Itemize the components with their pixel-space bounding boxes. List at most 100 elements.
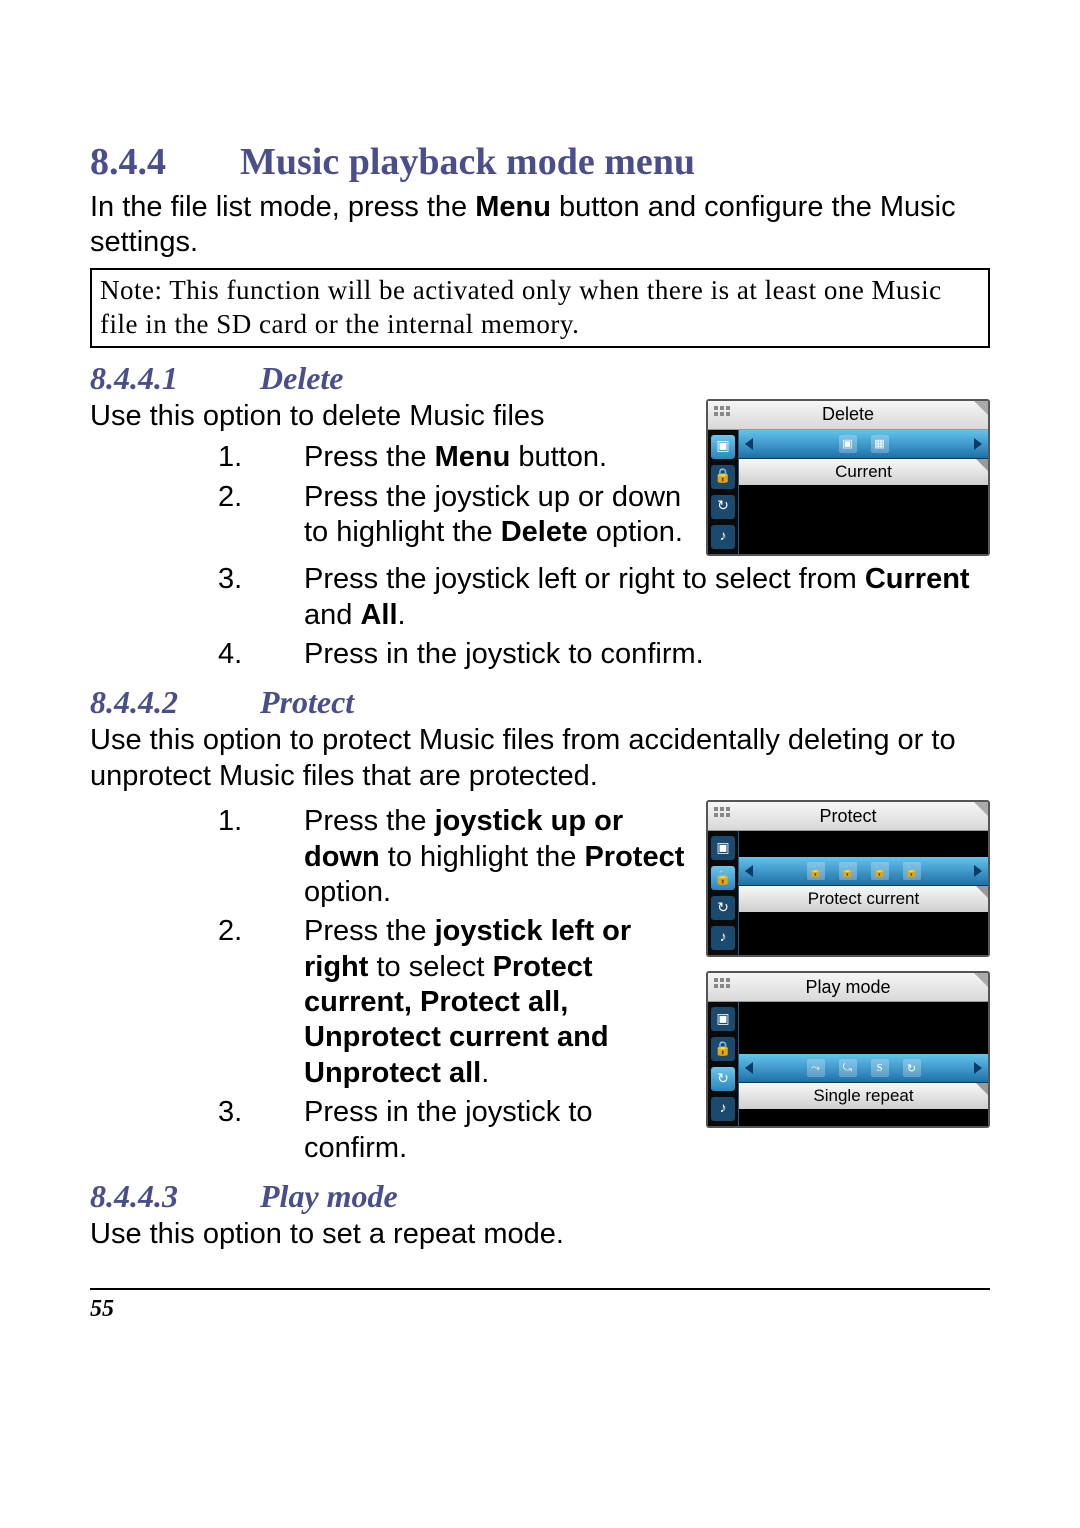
left-arrow-icon xyxy=(745,438,753,450)
value-bar: Protect current xyxy=(739,886,988,912)
bold-text: Protect xyxy=(584,841,684,873)
screenshot-sidebar: ▣ 🔒 ↻ ♪ xyxy=(708,1002,739,1126)
value-text: Protect current xyxy=(808,889,920,909)
text: Press the xyxy=(304,805,435,837)
option-bar: 🔒 🔒 🔓 🔓 xyxy=(739,857,988,886)
subsection-intro: Use this option to delete Music files xyxy=(90,399,688,434)
step: 3. Press in the joystick to confirm. xyxy=(218,1095,688,1166)
menu-grid-icon xyxy=(714,978,732,994)
step-number: 2. xyxy=(218,914,242,949)
step-number: 1. xyxy=(218,804,242,839)
subsection-title: Delete xyxy=(260,360,344,396)
subsection-title: Play mode xyxy=(260,1178,398,1214)
text: Press the xyxy=(304,441,435,473)
sidebar-icon-protect: 🔒 xyxy=(711,866,735,890)
screenshot-sidebar: ▣ 🔒 ↻ ♪ xyxy=(708,831,739,955)
sidebar-icon-eq: ♪ xyxy=(711,525,735,549)
left-arrow-icon xyxy=(745,865,753,877)
step: 4. Press in the joystick to confirm. xyxy=(218,637,990,672)
page-fold-icon xyxy=(974,401,988,415)
right-arrow-icon xyxy=(974,438,982,450)
option-chip: 🔓 xyxy=(871,862,889,880)
screenshot-title: Protect xyxy=(819,806,876,827)
text: to select xyxy=(368,951,492,983)
text: In the file list mode, press the xyxy=(90,191,475,223)
screenshot-delete: Delete ▣ 🔒 ↻ ♪ ▣▦ xyxy=(706,399,990,556)
option-chip: ▣ xyxy=(839,435,857,453)
option-chip: ⤿ xyxy=(839,1059,857,1077)
text: Press in the joystick to confirm. xyxy=(304,1096,593,1163)
text: Press the xyxy=(304,915,435,947)
step: 2. Press the joystick up or down to high… xyxy=(218,480,688,551)
step-number: 2. xyxy=(218,480,242,515)
note-box: Note: This function will be activated on… xyxy=(90,268,990,348)
screenshot-titlebar: Protect xyxy=(708,802,988,831)
screenshot-protect: Protect ▣ 🔒 ↻ ♪ � xyxy=(706,800,990,957)
section-title: Music playback mode menu xyxy=(240,141,695,183)
sidebar-icon-playmode: ↻ xyxy=(711,495,735,519)
note-text: Note: This function will be activated on… xyxy=(100,275,942,339)
option-chip: 🔒 xyxy=(807,862,825,880)
sidebar-icon-eq: ♪ xyxy=(711,926,735,950)
menu-grid-icon xyxy=(714,406,732,422)
text: option. xyxy=(588,516,683,548)
step: 2. Press the joystick left or right to s… xyxy=(218,914,688,1091)
screenshot-title: Delete xyxy=(822,404,874,425)
option-chip: ▦ xyxy=(871,435,889,453)
subsection-number: 8.4.4.3 xyxy=(90,1178,260,1215)
step: 1. Press the Menu button. xyxy=(218,440,688,475)
text: to highlight the xyxy=(380,841,585,873)
text: Press the joystick left or right to sele… xyxy=(304,563,865,595)
value-text: Current xyxy=(835,462,892,482)
section-heading: 8.4.4Music playback mode menu xyxy=(90,140,990,186)
text: . xyxy=(481,1057,489,1089)
value-bar: Single repeat xyxy=(739,1083,988,1109)
subsection-number: 8.4.4.2 xyxy=(90,684,260,721)
step-number: 3. xyxy=(218,562,242,597)
option-chip: ⤳ xyxy=(807,1059,825,1077)
bold-text: Delete xyxy=(501,516,588,548)
sidebar-icon-delete: ▣ xyxy=(711,1007,735,1031)
sidebar-icon-delete: ▣ xyxy=(711,836,735,860)
screenshot-titlebar: Delete xyxy=(708,401,988,430)
bold-text: Menu xyxy=(435,441,511,473)
option-chip: 🔒 xyxy=(839,862,857,880)
left-arrow-icon xyxy=(745,1062,753,1074)
option-chip: 🔓 xyxy=(903,862,921,880)
subsection-heading-protect: 8.4.4.2Protect xyxy=(90,684,990,721)
step-number: 4. xyxy=(218,637,242,672)
step: 3. Press the joystick left or right to s… xyxy=(218,562,990,633)
screenshot-playmode: Play mode ▣ 🔒 ↻ ♪ xyxy=(706,971,990,1128)
screenshot-sidebar: ▣ 🔒 ↻ ♪ xyxy=(708,430,739,554)
subsection-intro: Use this option to protect Music files f… xyxy=(90,723,990,794)
page-fold-icon xyxy=(974,973,988,987)
sidebar-icon-eq: ♪ xyxy=(711,1097,735,1121)
step-number: 1. xyxy=(218,440,242,475)
right-arrow-icon xyxy=(974,865,982,877)
text: button. xyxy=(510,441,607,473)
steps-list-protect: 1. Press the joystick up or down to high… xyxy=(90,804,688,1166)
subsection-heading-playmode: 8.4.4.3Play mode xyxy=(90,1178,688,1215)
value-bar: Current xyxy=(739,459,988,485)
steps-list-delete: 1. Press the Menu button. 2. Press the j… xyxy=(90,440,688,550)
option-chip: S xyxy=(871,1059,889,1077)
bold-text: Menu xyxy=(475,191,551,223)
bold-text: Current xyxy=(865,563,970,595)
text: . xyxy=(398,599,406,631)
menu-grid-icon xyxy=(714,807,732,823)
subsection-title: Protect xyxy=(260,684,354,720)
subsection-intro: Use this option to set a repeat mode. xyxy=(90,1217,688,1252)
sidebar-icon-delete: ▣ xyxy=(711,435,735,459)
steps-list-delete-cont: 3. Press the joystick left or right to s… xyxy=(90,562,990,672)
option-bar: ⤳ ⤿ S ↻ xyxy=(739,1054,988,1083)
page-fold-icon xyxy=(976,1083,988,1095)
screenshot-titlebar: Play mode xyxy=(708,973,988,1002)
value-text: Single repeat xyxy=(813,1086,913,1106)
page-fold-icon xyxy=(974,802,988,816)
section-number: 8.4.4 xyxy=(90,140,240,186)
text: Press in the joystick to confirm. xyxy=(304,638,704,670)
text: and xyxy=(304,599,360,631)
page-fold-icon xyxy=(976,886,988,898)
subsection-number: 8.4.4.1 xyxy=(90,360,260,397)
option-bar: ▣▦ xyxy=(739,430,988,459)
